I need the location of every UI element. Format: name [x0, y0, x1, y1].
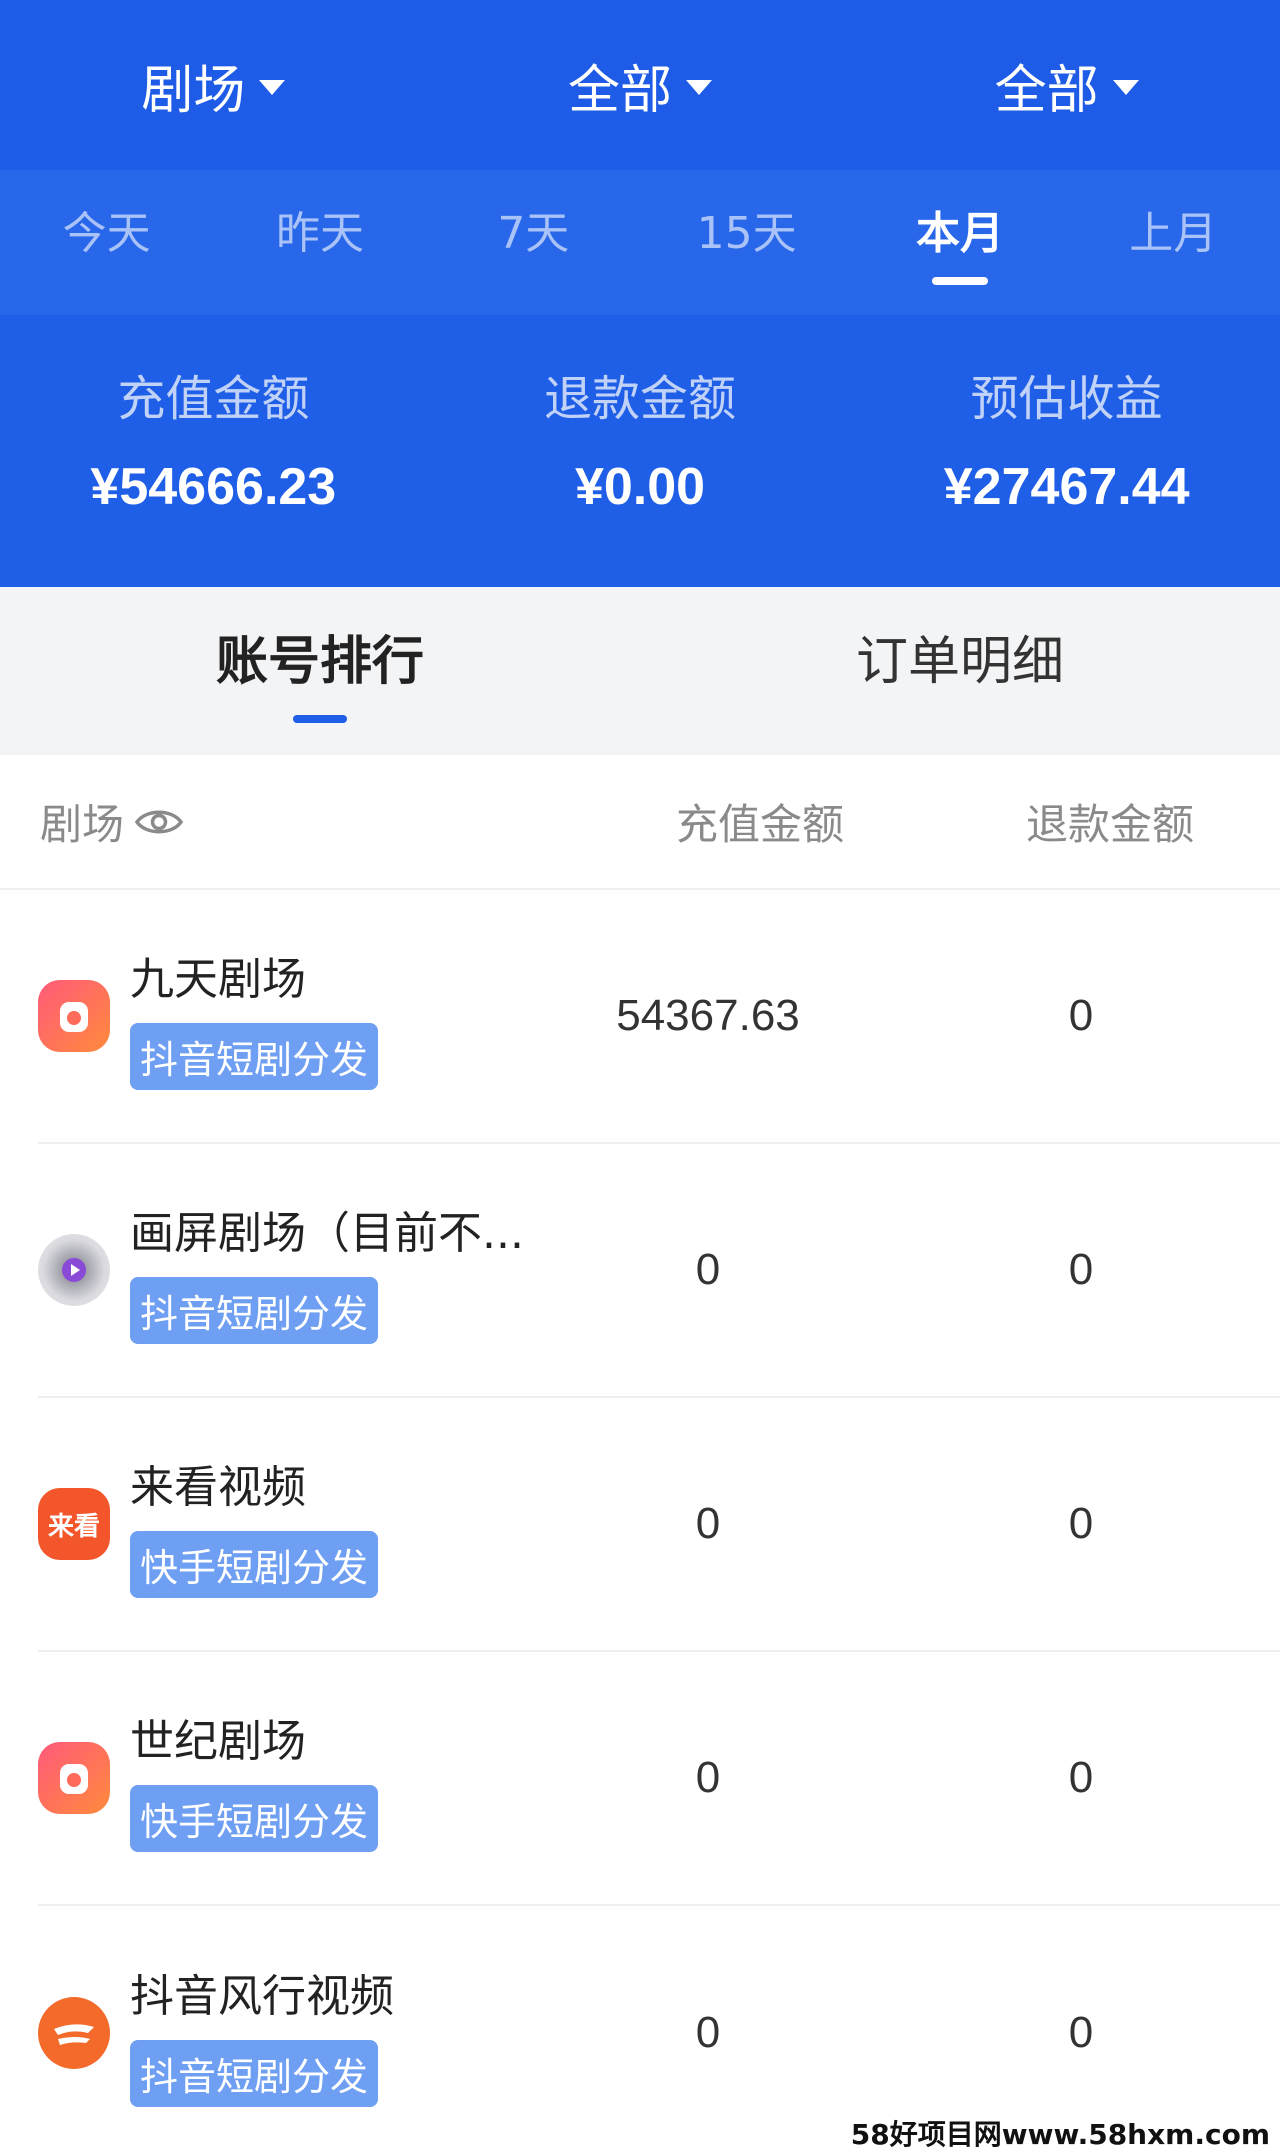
theater-name: 九天剧场	[130, 953, 306, 1005]
column-header-recharge: 充值金额	[675, 800, 844, 849]
table-header: 剧场 充值金额 退款金额	[0, 755, 1280, 890]
recharge-amount: 0	[695, 1245, 721, 1294]
caret-down-icon	[259, 79, 286, 95]
summary-stats: 充值金额 ¥54666.23 退款金额 ¥0.00 预估收益 ¥27467.44	[0, 315, 1280, 587]
theater-logo-icon	[38, 1234, 110, 1306]
refund-amount: 0	[1068, 1499, 1094, 1548]
period-tabs: 今天 昨天 7天 15天 本月 上月	[0, 170, 1280, 315]
table-row[interactable]: 世纪剧场 快手短剧分发 0 0	[38, 1652, 1280, 1906]
period-this-month-label: 本月	[915, 208, 1004, 259]
theater-name: 抖音风行视频	[130, 1970, 394, 2022]
platform-badge: 抖音短剧分发	[130, 1276, 379, 1344]
platform-badge: 抖音短剧分发	[130, 2039, 379, 2107]
recharge-amount: 0	[695, 1499, 721, 1548]
filter-bar: 剧场 全部 全部	[0, 0, 1280, 170]
table-row[interactable]: 来看 来看视频 快手短剧分发 0 0	[38, 1398, 1280, 1652]
content-tabs: 账号排行 订单明细	[0, 587, 1280, 755]
stat-value: ¥54666.23	[90, 458, 337, 516]
platform-dropdown-label: 全部	[567, 60, 672, 121]
period-last-month[interactable]: 上月	[1067, 170, 1280, 315]
platform-dropdown[interactable]: 全部	[568, 48, 712, 123]
column-header-refund: 退款金额	[1025, 800, 1194, 849]
stat-label: 退款金额	[544, 371, 737, 427]
stat-label: 充值金额	[117, 371, 310, 427]
refund-amount: 0	[1068, 991, 1094, 1040]
account-dropdown-label: 全部	[994, 60, 1099, 121]
platform-badge: 快手短剧分发	[130, 1784, 379, 1852]
refund-amount: 0	[1068, 2008, 1094, 2057]
theater-dropdown-label: 剧场	[141, 60, 246, 121]
caret-down-icon	[1112, 79, 1139, 95]
header-area: 剧场 全部 全部 今天 昨天 7天 15天 本月 上月 充值金额 ¥54666.…	[0, 0, 1280, 587]
table-row[interactable]: 九天剧场 抖音短剧分发 54367.63 0	[38, 890, 1280, 1144]
period-7days[interactable]: 7天	[427, 170, 640, 315]
stat-recharge: 充值金额 ¥54666.23	[0, 315, 427, 587]
theater-logo-icon	[38, 980, 110, 1052]
theater-dropdown[interactable]: 剧场	[141, 48, 286, 123]
refund-amount: 0	[1068, 1753, 1094, 1802]
stat-value: ¥27467.44	[943, 458, 1190, 516]
theater-logo-icon	[38, 1997, 110, 2069]
stat-label: 预估收益	[970, 371, 1163, 427]
theater-logo-icon	[38, 1742, 110, 1814]
period-this-month[interactable]: 本月	[853, 170, 1066, 315]
period-15days[interactable]: 15天	[640, 170, 853, 315]
ranking-list: 九天剧场 抖音短剧分发 54367.63 0 画屏剧场（目前不... 抖音短剧分…	[0, 890, 1280, 2155]
theater-name: 来看视频	[130, 1461, 306, 1513]
theater-logo-icon: 来看	[38, 1488, 110, 1560]
active-period-indicator	[931, 277, 988, 285]
tab-label: 订单明细	[855, 632, 1064, 692]
caret-down-icon	[685, 79, 712, 95]
theater-name: 世纪剧场	[130, 1715, 306, 1767]
recharge-amount: 54367.63	[616, 991, 800, 1040]
active-tab-indicator	[293, 715, 347, 723]
platform-badge: 快手短剧分发	[130, 1530, 379, 1598]
stat-estimated-income: 预估收益 ¥27467.44	[853, 315, 1280, 587]
watermark: 58好项目网www.58hxm.com	[846, 2113, 1274, 2153]
stat-value: ¥0.00	[574, 458, 706, 516]
tab-order-details[interactable]: 订单明细	[640, 587, 1280, 755]
logo-text: 来看	[47, 1511, 100, 1542]
recharge-amount: 0	[695, 1753, 721, 1802]
refund-amount: 0	[1068, 1245, 1094, 1294]
column-header-label: 剧场	[40, 800, 125, 849]
tab-account-ranking[interactable]: 账号排行	[0, 587, 640, 755]
period-today[interactable]: 今天	[0, 170, 213, 315]
eye-icon[interactable]	[134, 805, 184, 839]
theater-name: 画屏剧场（目前不...	[130, 1207, 524, 1259]
period-yesterday[interactable]: 昨天	[213, 170, 426, 315]
column-header-theater: 剧场	[40, 791, 580, 852]
recharge-amount: 0	[695, 2008, 721, 2057]
stat-refund: 退款金额 ¥0.00	[427, 315, 854, 587]
platform-badge: 抖音短剧分发	[130, 1022, 379, 1090]
account-dropdown[interactable]: 全部	[995, 48, 1139, 123]
tab-label: 账号排行	[215, 632, 424, 692]
table-row[interactable]: 画屏剧场（目前不... 抖音短剧分发 0 0	[38, 1144, 1280, 1398]
